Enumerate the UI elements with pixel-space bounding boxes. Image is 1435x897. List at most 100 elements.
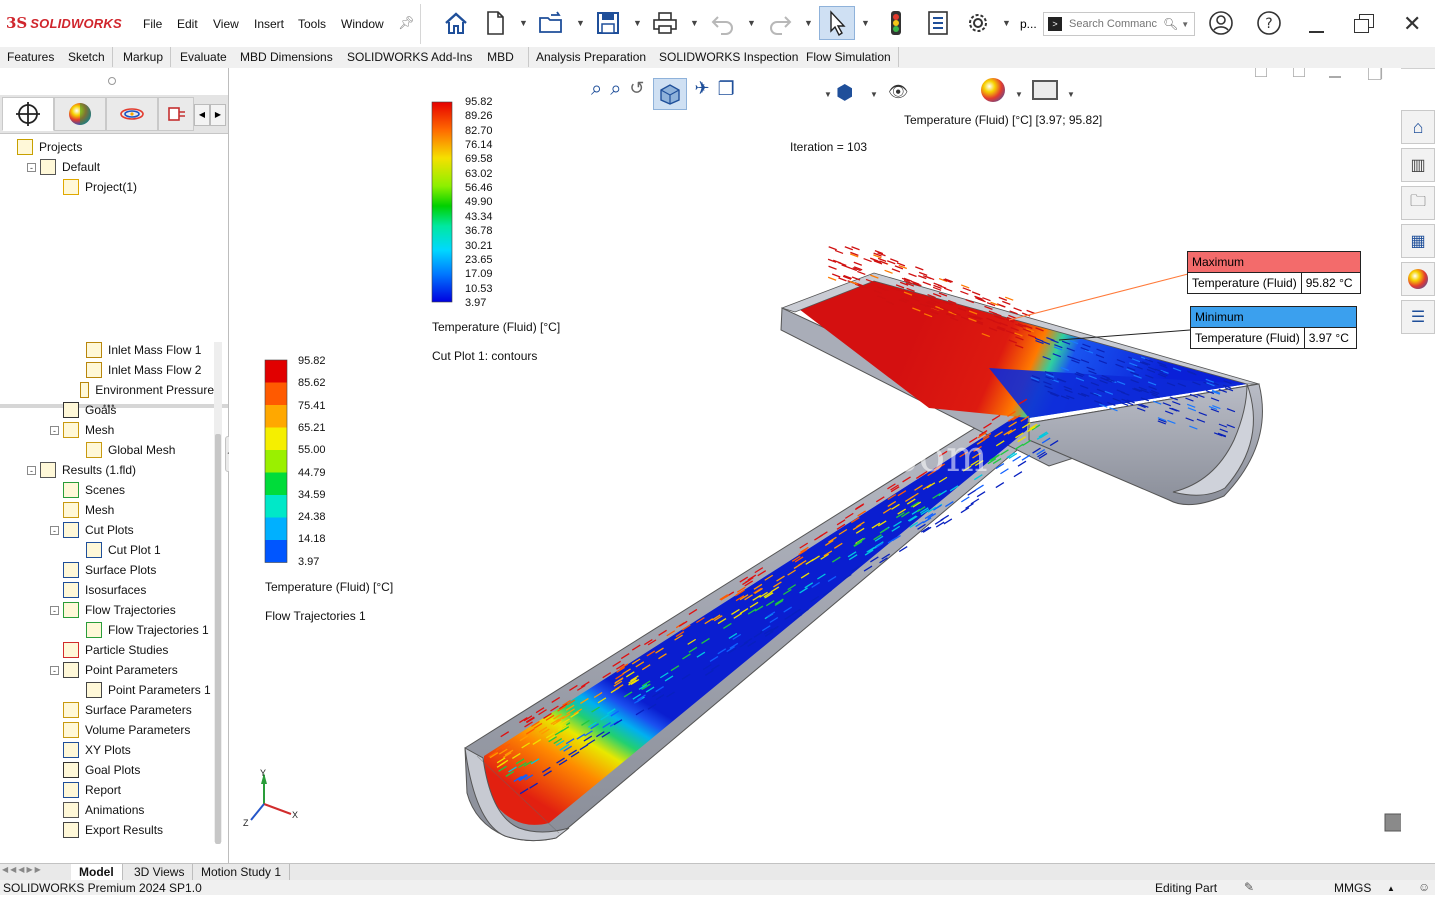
solidworks-resources-icon[interactable]: ⌂ [1401, 110, 1435, 144]
tree-item[interactable]: Goal Plots [4, 760, 214, 780]
tab-mbd-dimensions[interactable]: MBD Dimensions [233, 47, 341, 67]
open-dropdown-icon[interactable]: ▼ [576, 18, 585, 28]
tab-model[interactable]: Model [71, 864, 123, 880]
edit-appearance-icon[interactable] [981, 78, 1005, 102]
menu-edit[interactable]: Edit [177, 17, 198, 31]
legend-bottom-colorbar[interactable] [264, 359, 288, 563]
new-dropdown-icon[interactable]: ▼ [519, 18, 528, 28]
tree-item[interactable]: Volume Parameters [4, 720, 214, 740]
cam-tab[interactable] [106, 97, 158, 131]
undo-dropdown-icon[interactable]: ▼ [747, 18, 756, 28]
tree-item[interactable]: XY Plots [4, 740, 214, 760]
hide-show-items-icon[interactable]: 👁︎ [888, 82, 908, 102]
close-icon[interactable]: ✕ [1403, 11, 1421, 37]
view-orientation-dropdown-icon[interactable]: ▼ [824, 90, 832, 99]
tree-item[interactable]: - Point Parameters [4, 660, 214, 680]
tree-item[interactable]: Isosurfaces [4, 580, 214, 600]
viewport-restore-icon[interactable]: ❐ [1367, 68, 1383, 85]
rebuild-status-icon[interactable]: ✎ [1244, 879, 1254, 896]
truncated-command-label[interactable]: p... [1020, 17, 1037, 31]
view-cube-box[interactable] [1384, 813, 1401, 832]
flow-simulation-tab[interactable] [158, 97, 194, 131]
user-account-icon[interactable] [1203, 6, 1239, 40]
print-dropdown-icon[interactable]: ▼ [690, 18, 699, 28]
tab-flow-simulation[interactable]: Flow Simulation [799, 47, 899, 67]
open-folder-icon[interactable] [533, 6, 569, 40]
feature-manager-tab[interactable] [2, 97, 54, 131]
file-explorer-icon[interactable]: 🗀︎ [1401, 186, 1435, 220]
view-orientation-icon[interactable]: ❐ [718, 78, 735, 110]
search-icon[interactable]: 🔍︎ [1163, 17, 1178, 31]
display-monitor-icon[interactable] [1032, 80, 1058, 100]
appearances-scenes-icon[interactable] [1401, 262, 1435, 296]
viewport-tile-right-icon[interactable]: □ [1293, 68, 1305, 83]
undo-icon[interactable] [705, 6, 741, 40]
redo-icon[interactable] [762, 6, 798, 40]
zoom-to-area-icon[interactable]: ⌕ [610, 78, 621, 110]
display-style-dropdown-icon[interactable]: ▼ [870, 90, 878, 99]
tree-item[interactable]: Export Results [4, 820, 214, 840]
display-style-icon[interactable]: ⬢ [836, 80, 853, 105]
rebuild-traffic-light-icon[interactable] [878, 6, 914, 40]
save-dropdown-icon[interactable]: ▼ [633, 18, 642, 28]
tree-collapse-icon[interactable]: - [50, 665, 59, 675]
quick-tips-icon[interactable]: ☺ [1418, 879, 1430, 896]
search-dropdown-icon[interactable]: ▼ [1181, 20, 1189, 29]
tab-solidworks-inspection[interactable]: SOLIDWORKS Inspection [652, 47, 807, 67]
tab-solidworks-add-ins[interactable]: SOLIDWORKS Add-Ins [340, 47, 481, 67]
appearance-dropdown-icon[interactable]: ▼ [1015, 90, 1023, 99]
tab-evaluate[interactable]: Evaluate [173, 47, 235, 67]
tree-item[interactable]: Inlet Mass Flow 2 [4, 360, 214, 380]
tree-item[interactable]: - Results (1.fld) [4, 460, 214, 480]
tree-collapse-icon[interactable]: - [50, 605, 59, 615]
tree-item[interactable]: - Default [4, 157, 224, 177]
tree-collapse-icon[interactable]: - [50, 525, 59, 535]
menu-file[interactable]: File [143, 17, 162, 31]
save-icon[interactable] [590, 6, 626, 40]
tree-collapse-icon[interactable]: - [50, 425, 59, 435]
search-commands-input[interactable] [1067, 17, 1163, 31]
menu-window[interactable]: Window [341, 17, 384, 31]
monitor-dropdown-icon[interactable]: ▼ [1067, 90, 1075, 99]
view-orientation-triad[interactable] [250, 773, 292, 821]
tree-item[interactable]: Scenes [4, 480, 214, 500]
tree-item[interactable]: Cut Plot 1 [4, 540, 214, 560]
tree-item[interactable]: Global Mesh [4, 440, 214, 460]
maximum-callout[interactable]: Maximum Temperature (Fluid) 95.82 °C [1187, 251, 1361, 294]
menu-insert[interactable]: Insert [254, 17, 284, 31]
previous-view-icon[interactable]: ↺ [629, 78, 644, 110]
design-library-icon[interactable]: ▥ [1401, 148, 1435, 182]
restore-icon[interactable] [1354, 14, 1374, 33]
tree-item[interactable]: Projects [4, 137, 224, 157]
pin-icon[interactable]: 📌︎ [398, 15, 415, 31]
appearance-tab[interactable] [54, 97, 106, 131]
section-view-icon[interactable] [652, 78, 687, 110]
zoom-to-fit-icon[interactable]: ⌕ [591, 78, 602, 110]
options-dropdown-icon[interactable]: ▼ [1002, 18, 1011, 28]
legend-top-colorbar[interactable] [431, 101, 453, 303]
select-arrow-icon[interactable] [819, 6, 855, 40]
home-icon[interactable] [438, 6, 474, 40]
menu-view[interactable]: View [213, 17, 239, 31]
new-document-icon[interactable] [477, 6, 513, 40]
units-dropdown-icon[interactable]: ▲ [1387, 880, 1395, 897]
tree-item[interactable]: Particle Studies [4, 640, 214, 660]
viewport-tile-left-icon[interactable]: □ [1255, 68, 1267, 83]
view-palette-icon[interactable]: ▦ [1401, 224, 1435, 258]
tree-item[interactable]: Animations [4, 800, 214, 820]
tree-scrollbar-thumb[interactable] [215, 434, 221, 844]
minimum-callout[interactable]: Minimum Temperature (Fluid) 3.97 °C [1190, 306, 1357, 349]
tab-3d-views[interactable]: 3D Views [126, 864, 194, 880]
tree-item[interactable]: Project(1) [4, 177, 224, 197]
tree-item[interactable]: Report [4, 780, 214, 800]
help-icon[interactable]: ? [1251, 6, 1287, 40]
tree-item[interactable]: - Cut Plots [4, 520, 214, 540]
tree-item[interactable]: Mesh [4, 500, 214, 520]
tree-item[interactable]: Point Parameters 1 [4, 680, 214, 700]
search-commands-box[interactable]: > 🔍︎ ▼ [1043, 12, 1195, 36]
tab-sketch[interactable]: Sketch [61, 47, 113, 67]
unit-system[interactable]: MMGS [1334, 880, 1371, 897]
redo-dropdown-icon[interactable]: ▼ [804, 18, 813, 28]
tree-item[interactable]: Flow Trajectories 1 [4, 620, 214, 640]
graphics-area[interactable]: ⌕ ⌕ ↺ ✈ ❐ ▼ ⬢ ▼ 👁︎ ▼ ▼ 95.82 89.26 82.70 76… [229, 68, 1401, 863]
